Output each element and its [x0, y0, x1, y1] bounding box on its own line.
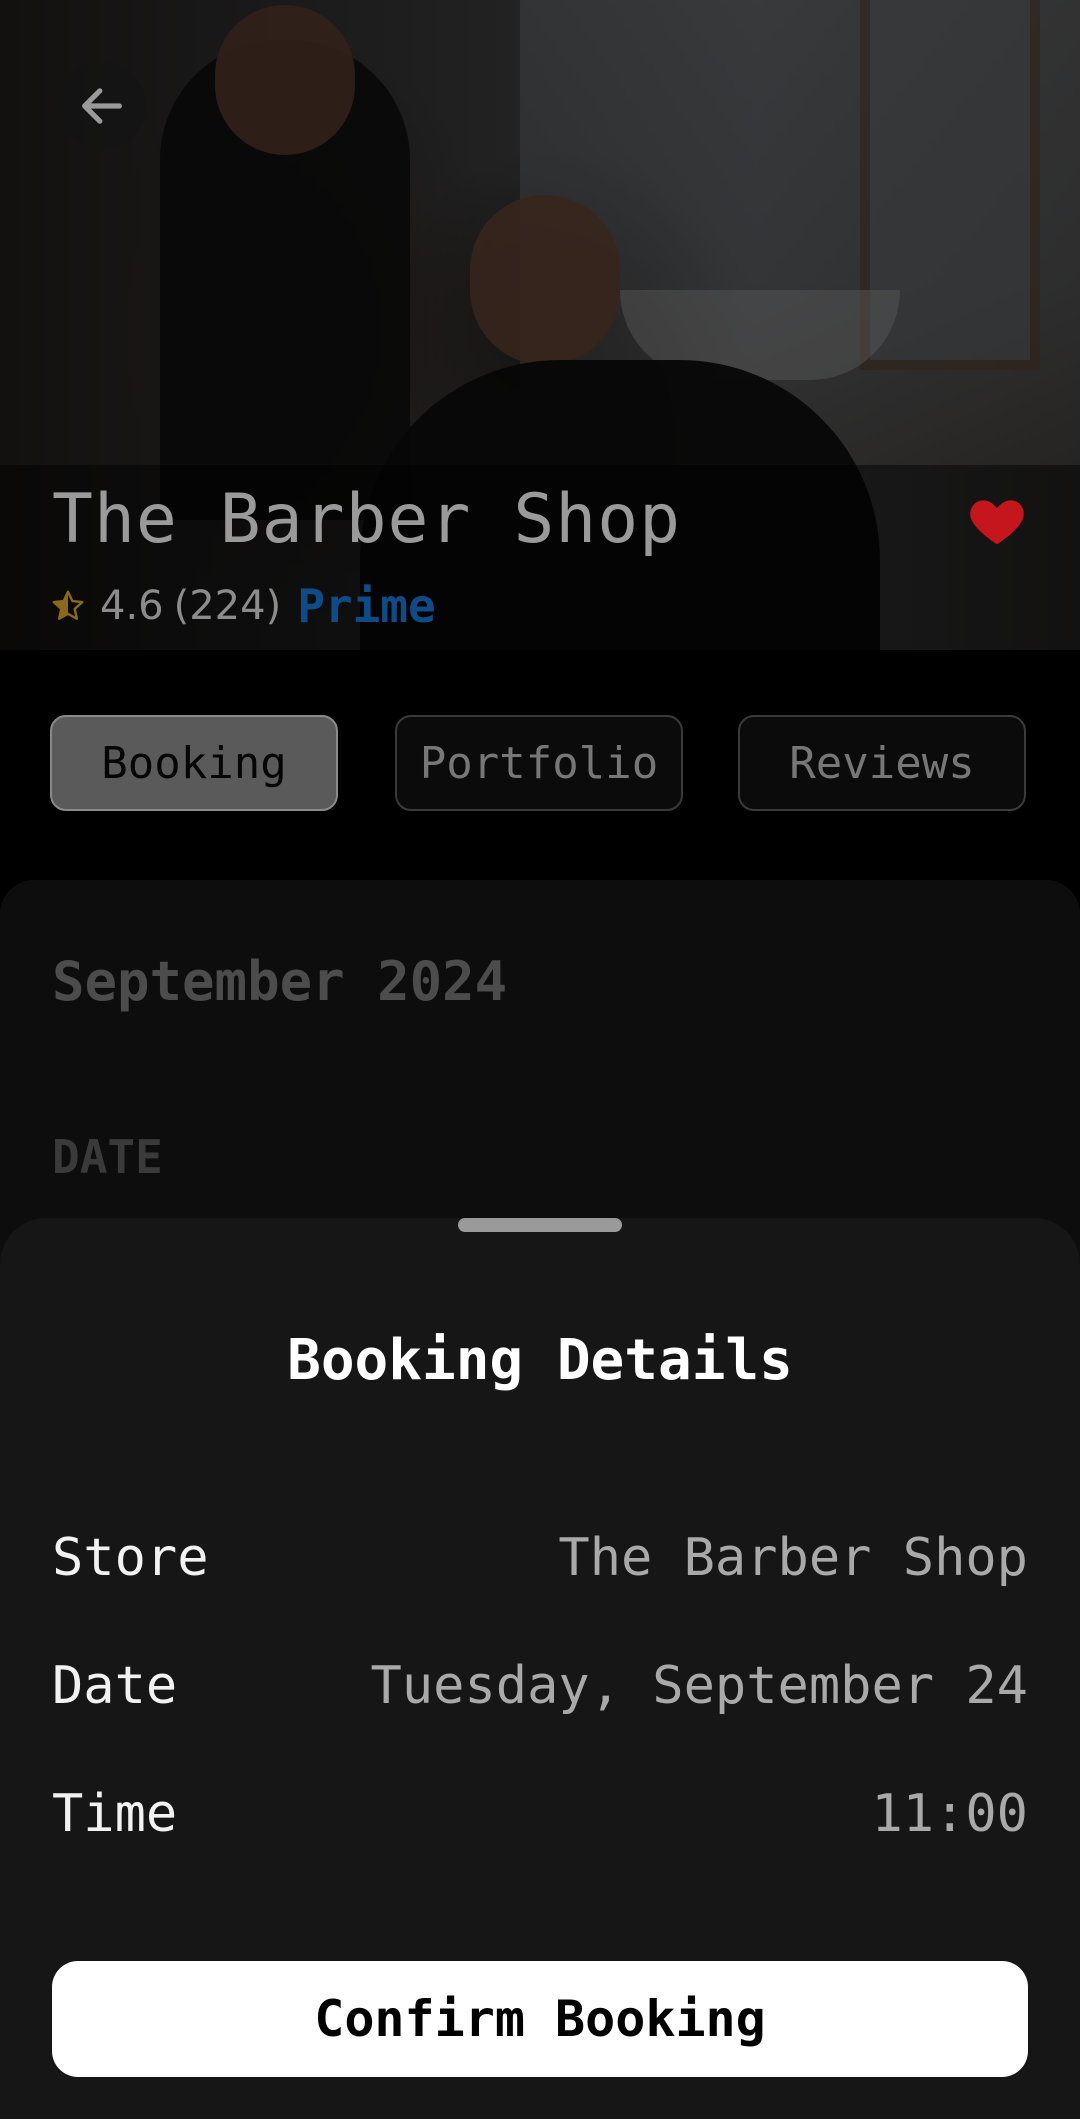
- detail-row-store: Store The Barber Shop: [52, 1523, 1028, 1593]
- rating-row: 4.6 (224) Prime: [50, 578, 436, 634]
- rating-count: (224): [173, 583, 282, 629]
- tab-booking[interactable]: Booking: [50, 715, 338, 811]
- detail-label: Store: [52, 1528, 209, 1588]
- heart-icon[interactable]: [966, 490, 1028, 552]
- confirm-booking-button[interactable]: Confirm Booking: [52, 1961, 1028, 2077]
- back-button[interactable]: [58, 62, 146, 150]
- sheet-drag-handle[interactable]: [458, 1218, 622, 1232]
- arrow-left-icon: [82, 88, 122, 124]
- rating-score: 4.6: [100, 583, 164, 629]
- booking-details-sheet: Booking Details Store The Barber Shop Da…: [0, 1218, 1080, 2119]
- detail-value: 11:00: [871, 1784, 1028, 1844]
- sheet-title: Booking Details: [287, 1328, 793, 1393]
- detail-value: Tuesday, September 24: [370, 1656, 1028, 1716]
- tab-reviews[interactable]: Reviews: [738, 715, 1026, 811]
- calendar-month: September 2024: [52, 950, 508, 1013]
- detail-value: The Barber Shop: [558, 1528, 1028, 1588]
- shop-title: The Barber Shop: [52, 480, 682, 559]
- calendar-card: September 2024 DATE: [0, 880, 1080, 1260]
- detail-label: Date: [52, 1656, 178, 1716]
- tab-bar: Booking Portfolio Reviews: [50, 715, 1030, 815]
- calendar-date-label: DATE: [52, 1130, 163, 1184]
- half-star-icon: [52, 590, 84, 620]
- detail-row-time: Time 11:00: [52, 1779, 1028, 1849]
- detail-label: Time: [52, 1784, 178, 1844]
- prime-badge: Prime: [297, 579, 436, 633]
- detail-row-date: Date Tuesday, September 24: [52, 1651, 1028, 1721]
- tab-portfolio[interactable]: Portfolio: [395, 715, 683, 811]
